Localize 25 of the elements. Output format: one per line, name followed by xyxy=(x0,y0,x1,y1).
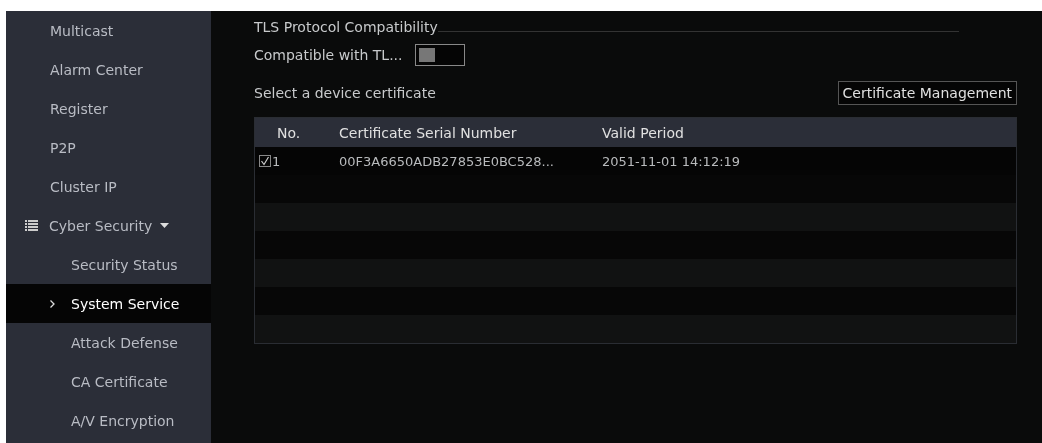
column-header: Certificate Serial Number xyxy=(339,124,518,141)
table-cell-text: 2051-11-01 14:12:19 xyxy=(602,153,742,169)
sidebar-item[interactable]: A/V Encryption xyxy=(6,401,211,440)
checkbox[interactable] xyxy=(259,155,271,167)
sidebar-item[interactable]: Security Status xyxy=(6,245,211,284)
sidebar-item[interactable]: Cyber Security xyxy=(6,206,211,245)
chevron-icon xyxy=(50,300,55,308)
compatibility-label: Compatible with TL... xyxy=(254,47,403,63)
sidebar-item[interactable]: System Service xyxy=(6,284,211,323)
sidebar-item[interactable]: Cluster IP xyxy=(6,167,211,206)
table-cell-text: 00F3A6650ADB27853E0BC528... xyxy=(339,153,555,169)
column-header: No. xyxy=(276,124,302,141)
sidebar-item[interactable]: Multicast xyxy=(6,11,211,50)
sidebar-item[interactable]: Alarm Center xyxy=(6,50,211,89)
sidebar-item[interactable]: CA Certificate xyxy=(6,362,211,401)
sidebar-item[interactable]: Attack Defense xyxy=(6,323,211,362)
column-header: Valid Period xyxy=(602,124,685,141)
select-certificate-label: Select a device certificate xyxy=(254,85,436,101)
sidebar-item[interactable]: Register xyxy=(6,89,211,128)
sidebar-item[interactable]: P2P xyxy=(6,128,211,167)
list-icon xyxy=(25,220,38,231)
certificate-management-button[interactable]: Certificate Management xyxy=(837,81,1017,105)
toggle-switch[interactable] xyxy=(414,44,465,66)
table-cell: 1 xyxy=(272,153,281,169)
section-title: TLS Protocol Compatibility xyxy=(254,19,438,35)
